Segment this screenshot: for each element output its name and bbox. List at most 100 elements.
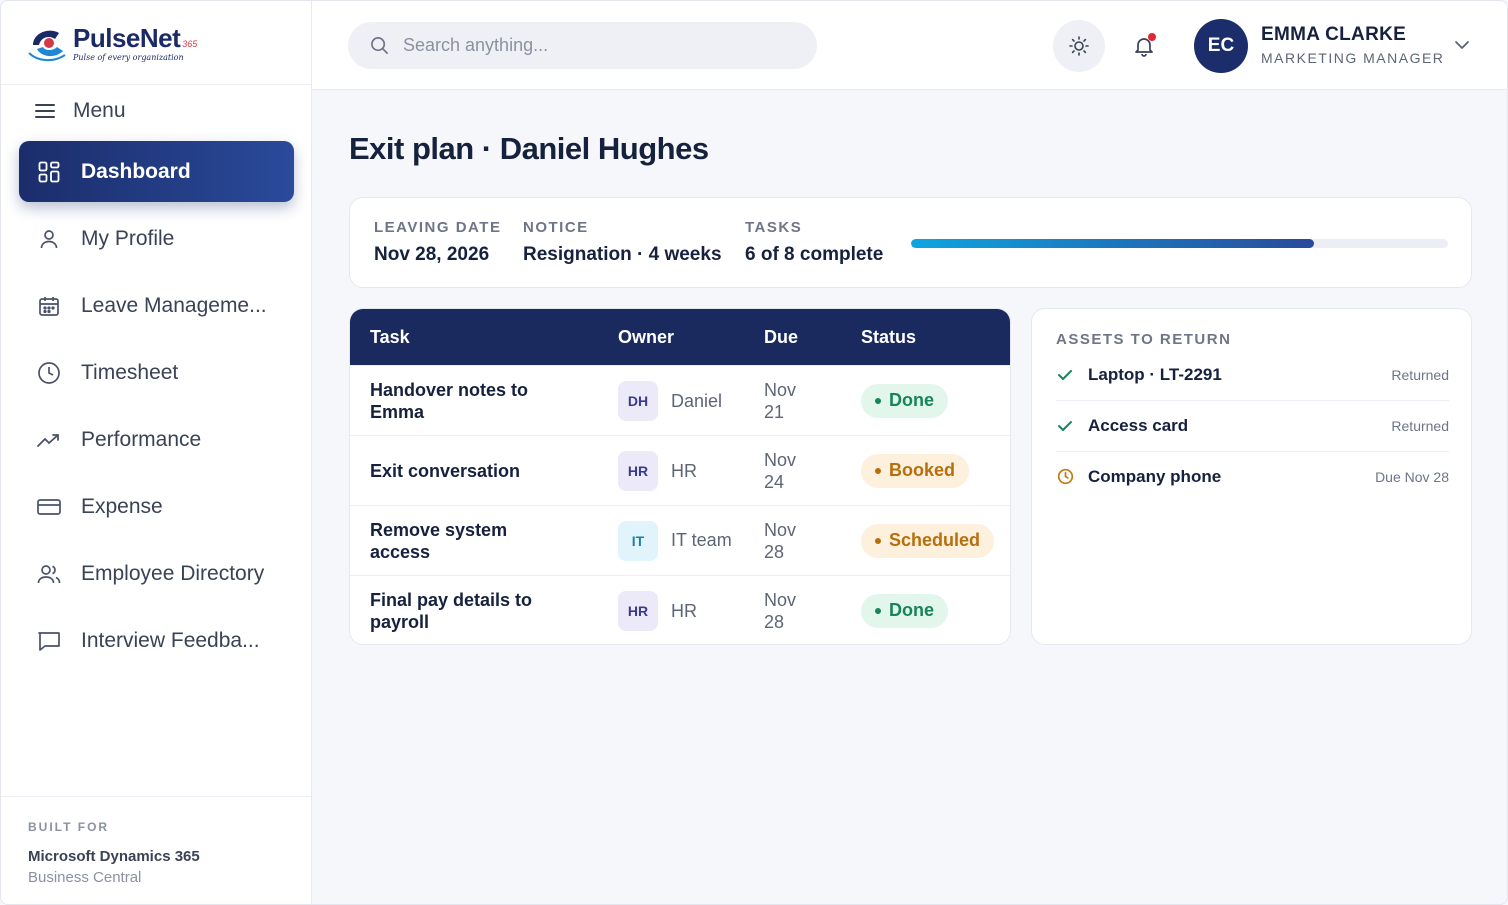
asset-name: Access card bbox=[1088, 415, 1189, 435]
tasks-table: Task Owner Due Status Handover notes to … bbox=[349, 308, 1011, 645]
theme-toggle-button[interactable] bbox=[1053, 20, 1105, 72]
notice-value: Resignation · 4 weeks bbox=[523, 244, 722, 265]
users-icon bbox=[37, 562, 61, 586]
brand-suffix: 365 bbox=[182, 38, 198, 49]
sidebar-item-leave-management[interactable]: Leave Manageme... bbox=[19, 275, 294, 336]
column-header-task[interactable]: Task bbox=[370, 327, 410, 348]
search-icon bbox=[371, 37, 388, 54]
menu-label: Menu bbox=[73, 99, 126, 122]
task-due: Nov 28 bbox=[764, 519, 814, 563]
task-name: Final pay details to payroll bbox=[370, 589, 533, 632]
tasks-label: TASKS bbox=[745, 219, 803, 236]
search-box[interactable] bbox=[348, 22, 817, 69]
notifications-button[interactable] bbox=[1118, 20, 1170, 72]
sidebar-item-label: Interview Feedba... bbox=[81, 628, 260, 652]
tasks-progress-bar bbox=[911, 239, 1448, 248]
column-header-owner[interactable]: Owner bbox=[618, 327, 674, 348]
owner-name: HR bbox=[671, 600, 697, 621]
asset-name: Company phone bbox=[1088, 466, 1222, 486]
status-label: Done bbox=[889, 600, 934, 620]
sidebar-item-expense[interactable]: Expense bbox=[19, 476, 294, 537]
sidebar-item-timesheet[interactable]: Timesheet bbox=[19, 342, 294, 403]
brand-logo[interactable]: PulseNet 365 Pulse of every organization bbox=[27, 21, 197, 65]
task-owner: HR HR bbox=[618, 590, 738, 631]
status-label: Scheduled bbox=[889, 530, 981, 550]
due-day: 28 bbox=[764, 611, 785, 632]
status-label: Done bbox=[889, 390, 934, 410]
trend-icon bbox=[37, 428, 61, 452]
due-month: Nov bbox=[764, 589, 797, 610]
clock-icon bbox=[37, 361, 61, 385]
pulsenet-logo-icon bbox=[27, 23, 69, 63]
status-badge: Done bbox=[861, 383, 948, 418]
owner-name: HR bbox=[671, 460, 697, 481]
brand-name: PulseNet bbox=[73, 22, 181, 53]
task-owner: HR HR bbox=[618, 450, 738, 491]
task-due: Nov 21 bbox=[764, 379, 814, 423]
user-role: MARKETING MANAGER bbox=[1261, 50, 1445, 66]
task-due: Nov 28 bbox=[764, 589, 814, 633]
status-badge: Booked bbox=[861, 453, 970, 488]
sidebar-item-label: Expense bbox=[81, 494, 163, 518]
task-owner: DH Daniel bbox=[618, 380, 738, 421]
sidebar-nav: Dashboard My Profile Leave Manageme... T… bbox=[19, 141, 294, 677]
status-label: Booked bbox=[889, 460, 956, 480]
sidebar-item-employee-directory[interactable]: Employee Directory bbox=[19, 543, 294, 604]
search-input[interactable] bbox=[403, 35, 783, 56]
task-name: Remove system access bbox=[370, 519, 508, 562]
sidebar-item-label: My Profile bbox=[81, 226, 175, 250]
table-row[interactable]: Exit conversation HR HR Nov 24 Booked bbox=[350, 435, 1010, 505]
leaving-date-block: LEAVING DATE Nov 28, 2026 bbox=[374, 219, 501, 266]
asset-state: Returned bbox=[1391, 366, 1449, 383]
sidebar-item-label: Employee Directory bbox=[81, 561, 265, 585]
column-header-due[interactable]: Due bbox=[764, 327, 798, 348]
asset-item[interactable]: Company phone Due Nov 28 bbox=[1056, 451, 1449, 502]
task-status: Done bbox=[861, 593, 948, 628]
sidebar-item-interview-feedback[interactable]: Interview Feedba... bbox=[19, 610, 294, 671]
owner-badge: HR bbox=[618, 450, 658, 491]
grid-icon bbox=[37, 160, 61, 184]
user-menu-button[interactable] bbox=[1451, 34, 1473, 56]
built-for-label: BUILT FOR bbox=[28, 820, 110, 834]
assets-card: ASSETS TO RETURN Laptop · LT-2291 Return… bbox=[1031, 308, 1472, 645]
sidebar-item-my-profile[interactable]: My Profile bbox=[19, 208, 294, 269]
sidebar-item-label: Leave Manageme... bbox=[81, 293, 267, 317]
top-bar: EC EMMA CLARKE MARKETING MANAGER bbox=[312, 1, 1507, 90]
column-header-status[interactable]: Status bbox=[861, 327, 916, 348]
user-avatar[interactable]: EC bbox=[1194, 19, 1248, 73]
status-badge: Scheduled bbox=[861, 523, 995, 558]
owner-badge: IT bbox=[618, 520, 658, 561]
owner-badge: DH bbox=[618, 380, 658, 421]
notification-dot bbox=[1148, 33, 1156, 41]
owner-badge: HR bbox=[618, 590, 658, 631]
due-month: Nov bbox=[764, 379, 797, 400]
asset-name: Laptop · LT-2291 bbox=[1088, 364, 1222, 384]
asset-item[interactable]: Laptop · LT-2291 Returned bbox=[1056, 349, 1449, 400]
menu-toggle[interactable]: Menu bbox=[35, 99, 126, 123]
asset-state: Returned bbox=[1391, 417, 1449, 434]
sidebar-item-performance[interactable]: Performance bbox=[19, 409, 294, 470]
task-name: Exit conversation bbox=[370, 460, 521, 481]
status-badge: Done bbox=[861, 593, 948, 628]
table-row[interactable]: Remove system access IT IT team Nov 28 Sc… bbox=[350, 505, 1010, 575]
chat-icon bbox=[37, 629, 61, 653]
status-dot bbox=[875, 537, 881, 544]
user-name[interactable]: EMMA CLARKE bbox=[1261, 24, 1406, 46]
sidebar-item-dashboard[interactable]: Dashboard bbox=[19, 141, 294, 202]
tasks-block: TASKS 6 of 8 complete bbox=[745, 219, 883, 266]
status-dot bbox=[875, 607, 881, 614]
chevron-down-icon bbox=[1455, 41, 1469, 49]
sidebar: PulseNet 365 Pulse of every organization … bbox=[1, 1, 312, 904]
status-dot bbox=[875, 397, 881, 404]
task-status: Scheduled bbox=[861, 523, 995, 558]
notice-block: NOTICE Resignation · 4 weeks bbox=[523, 219, 722, 266]
table-row[interactable]: Handover notes to Emma DH Daniel Nov 21 … bbox=[350, 365, 1010, 435]
sidebar-item-label: Dashboard bbox=[81, 159, 191, 183]
task-due: Nov 24 bbox=[764, 449, 814, 493]
sidebar-item-label: Timesheet bbox=[81, 360, 179, 384]
owner-name: Daniel bbox=[671, 390, 723, 411]
asset-item[interactable]: Access card Returned bbox=[1056, 400, 1449, 451]
table-row[interactable]: Final pay details to payroll HR HR Nov 2… bbox=[350, 575, 1010, 644]
task-status: Booked bbox=[861, 453, 970, 488]
card-icon bbox=[37, 495, 61, 519]
